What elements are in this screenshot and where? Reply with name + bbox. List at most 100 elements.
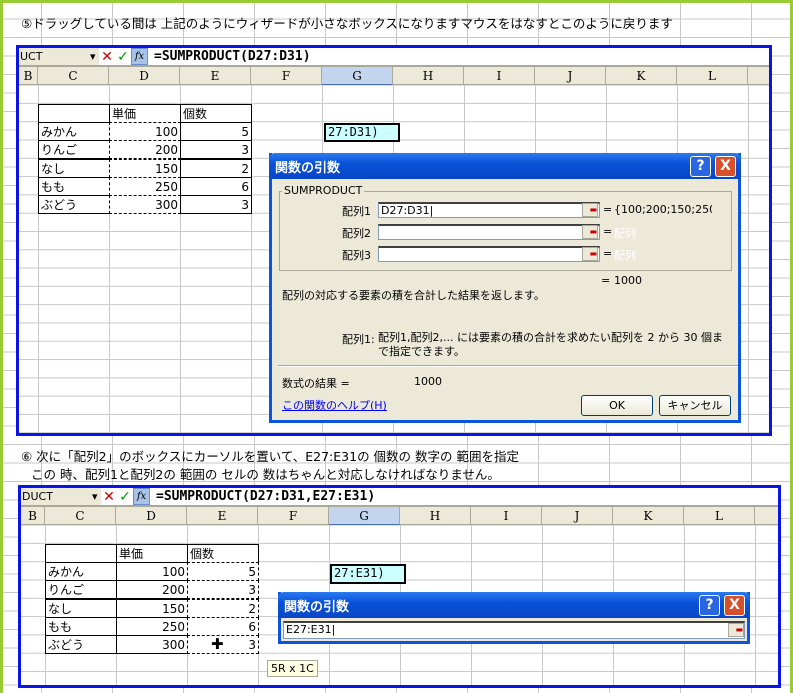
help-icon[interactable]: ? [699,595,720,616]
insert-function-icon[interactable]: fx [133,488,150,505]
table-cell[interactable]: みかん [45,562,117,582]
dialog-title: 関数の引数 [275,160,341,176]
table-cell[interactable]: 100 [116,562,188,582]
dialog-titlebar[interactable]: 関数の引数 [278,592,750,618]
range-select-icon[interactable]: ▬ [582,247,598,261]
column-header-d[interactable]: D [116,507,187,525]
step6-note-line2: この 時、配列1と配列2の 範囲の セルの 数はちゃんと対応しなければなりません… [31,467,500,482]
column-header-extra[interactable] [748,67,769,85]
close-icon[interactable]: X [715,156,736,177]
column-header-j[interactable]: J [542,507,613,525]
dropdown-arrow-icon[interactable]: ▾ [92,490,101,503]
table-cell[interactable]: りんご [45,580,117,600]
table-cell[interactable]: 300 [116,635,188,654]
name-box[interactable]: UCT ▾ [19,48,99,65]
argument-input-1[interactable]: D27:D31| [378,202,600,218]
cancel-icon[interactable]: ✕ [101,489,117,505]
cancel-button[interactable]: キャンセル [659,395,731,416]
table-header-cell[interactable]: 単価 [116,544,188,563]
table-cell[interactable]: ぶどう [45,635,117,654]
dialog-titlebar[interactable]: 関数の引数 [269,153,741,179]
close-icon[interactable]: X [724,595,745,616]
column-header-c[interactable]: C [45,507,116,525]
table-cell[interactable]: 6 [187,616,259,636]
function-help-link[interactable]: この関数のヘルプ(H) [282,397,387,413]
argument-input-3[interactable] [378,246,600,262]
table-cell[interactable]: 300 [109,195,181,214]
column-header-f[interactable]: F [251,67,322,85]
name-box[interactable]: DUCT ▾ [21,488,101,505]
argument-input-2[interactable] [378,224,600,240]
range-input[interactable]: E27:E31| [283,621,745,639]
column-header-g[interactable]: G [322,67,393,85]
column-header-l[interactable]: L [677,67,748,85]
range-select-icon[interactable]: ▬ [582,225,598,239]
table-cell[interactable]: 3 [187,580,259,600]
table-cell[interactable]: みかん [38,122,110,142]
table-cell[interactable]: 2 [180,158,252,178]
column-header-d[interactable]: D [109,67,180,85]
table-cell[interactable]: 3 [180,140,252,160]
enter-check-icon[interactable]: ✓ [115,49,131,65]
column-header-extra[interactable] [755,507,778,525]
column-header-c[interactable]: C [38,67,109,85]
table-cell[interactable]: なし [45,598,117,618]
ok-button[interactable]: OK [581,395,653,416]
table-cell[interactable]: 2 [187,598,259,618]
column-header-i[interactable]: I [464,67,535,85]
table-header-cell[interactable]: 個数 [180,104,252,123]
column-header-h[interactable]: H [400,507,471,525]
dropdown-arrow-icon[interactable]: ▾ [90,50,99,63]
active-cell[interactable]: 27:E31) [330,564,406,584]
expand-dialog-icon[interactable]: ▬ [728,623,744,637]
enter-check-icon[interactable]: ✓ [117,489,133,505]
table-header-cell[interactable]: 単価 [109,104,181,123]
table-cell[interactable]: 150 [109,158,181,178]
formula-text[interactable]: =SUMPRODUCT(D27:D31,E27:E31) [156,489,375,504]
column-header-f[interactable]: F [258,507,329,525]
argument-help-text: 配列1,配列2,... には要素の積の合計を求めたい配列を 2 から 30 個ま… [378,331,723,358]
column-header-l[interactable]: L [684,507,755,525]
table-cell[interactable]: 5 [180,122,252,142]
column-header-h[interactable]: H [393,67,464,85]
table-cell[interactable]: 6 [180,176,252,196]
table-header-cell[interactable] [38,104,110,123]
column-header-b[interactable]: B [21,507,45,525]
table-cell[interactable]: 5 [187,562,259,582]
column-header-i[interactable]: I [471,507,542,525]
column-header-e[interactable]: E [187,507,258,525]
insert-function-icon[interactable]: fx [131,48,148,65]
equals-sign: = [603,203,613,216]
column-header-b[interactable]: B [19,67,38,85]
table-cell[interactable]: 150 [116,598,188,618]
collapsed-function-arguments-dialog: 関数の引数 ? X E27:E31| ▬ [278,592,750,644]
column-header-g[interactable]: G [329,507,400,525]
table-cell[interactable]: もも [38,176,110,196]
table-cell[interactable]: 250 [109,176,181,196]
screenshot-panel-2: DUCT ▾ ✕ ✓ fx =SUMPRODUCT(D27:D31,E27:E31… [18,485,781,688]
function-description: 配列の対応する要素の積を合計した結果を返します。 [282,289,545,302]
table-cell[interactable]: 200 [116,580,188,600]
column-header-k[interactable]: K [606,67,677,85]
table-cell[interactable]: もも [45,616,117,636]
table-header-cell[interactable]: 個数 [187,544,259,563]
active-cell[interactable]: 27:D31) [324,123,400,142]
help-icon[interactable]: ? [690,156,711,177]
column-header-j[interactable]: J [535,67,606,85]
table-cell[interactable]: 200 [109,140,181,160]
range-select-icon[interactable]: ▬ [582,203,598,217]
table-cell[interactable]: 100 [109,122,181,142]
cancel-icon[interactable]: ✕ [99,49,115,65]
table-cell[interactable]: ぶどう [38,195,110,214]
table-header-cell[interactable] [45,544,117,563]
table-cell[interactable]: りんご [38,140,110,160]
table-cell[interactable]: なし [38,158,110,178]
formula-bar: DUCT ▾ ✕ ✓ fx =SUMPRODUCT(D27:D31,E27:E31… [21,488,778,507]
column-header-k[interactable]: K [613,507,684,525]
argument-label-1: 配列1 [342,205,371,218]
column-header-e[interactable]: E [180,67,251,85]
table-cell[interactable]: 3 [180,195,252,214]
formula-text[interactable]: =SUMPRODUCT(D27:D31) [154,49,311,64]
function-name: SUMPRODUCT [282,184,365,197]
table-cell[interactable]: 250 [116,616,188,636]
